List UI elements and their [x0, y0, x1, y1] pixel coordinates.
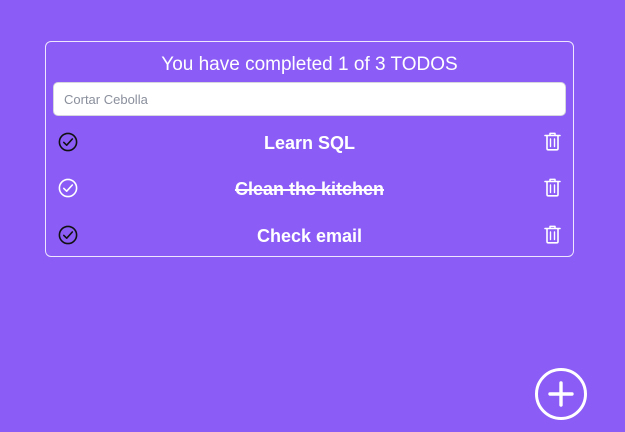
plus-circle-icon	[535, 368, 587, 420]
trash-icon[interactable]	[544, 225, 561, 244]
todo-text: Check email	[256, 226, 363, 246]
search-input[interactable]	[53, 82, 566, 116]
check-circle-icon[interactable]	[58, 178, 78, 198]
check-circle-icon[interactable]	[58, 132, 78, 152]
trash-icon[interactable]	[544, 178, 561, 197]
todo-card: You have completed 1 of 3 TODOS Learn SQ…	[45, 41, 574, 257]
check-circle-icon[interactable]	[58, 225, 78, 245]
todo-item: Clean the kitchen	[46, 168, 573, 208]
todo-item: Check email	[46, 215, 573, 255]
add-todo-button[interactable]	[535, 368, 587, 420]
todo-counter: You have completed 1 of 3 TODOS	[161, 54, 458, 75]
todo-item: Learn SQL	[46, 122, 573, 162]
trash-icon[interactable]	[544, 132, 561, 151]
todo-text: Learn SQL	[263, 133, 356, 153]
todo-text: Clean the kitchen	[234, 179, 385, 199]
